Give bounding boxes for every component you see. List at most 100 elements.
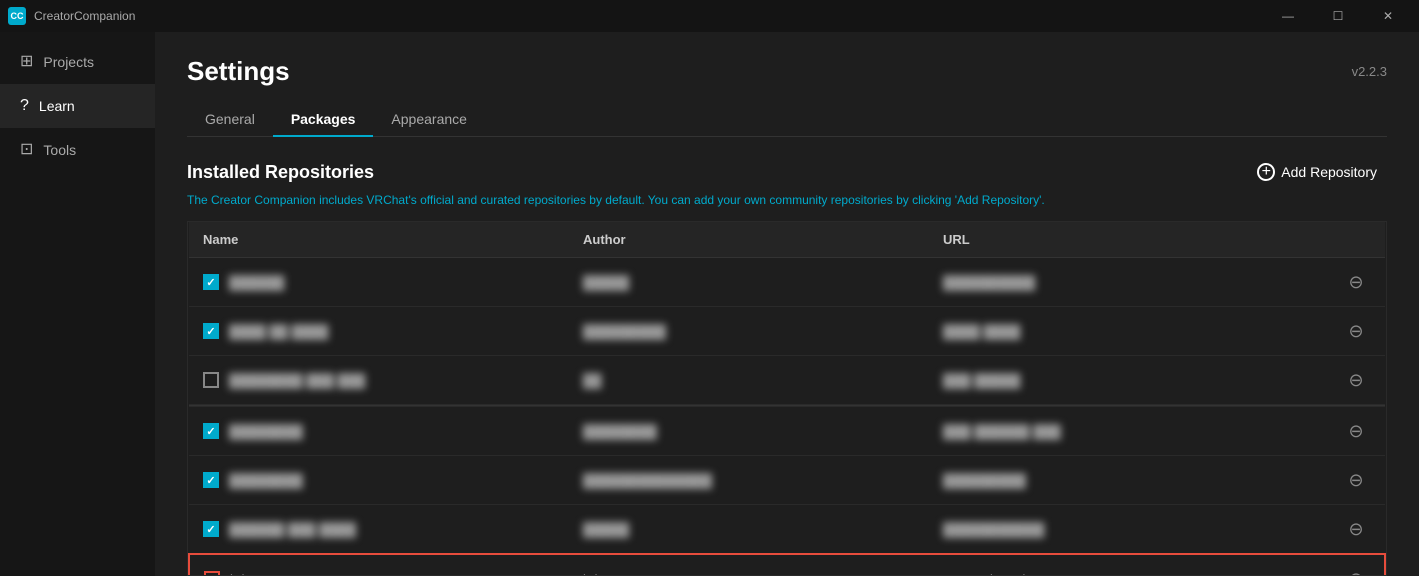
table-cell-name: ████ ██ ████ [189, 307, 569, 356]
repository-checkbox[interactable] [203, 472, 219, 488]
tabs: General Packages Appearance [187, 103, 1387, 137]
table-header-row: Name Author URL [189, 222, 1385, 258]
sidebar-item-learn[interactable]: ? Learn [0, 84, 155, 128]
tab-appearance[interactable]: Appearance [373, 103, 485, 137]
remove-repository-button[interactable]: ⊖ [1342, 466, 1370, 494]
titlebar: CC CreatorCompanion — ☐ ✕ [0, 0, 1419, 32]
table-cell-url: █████████ [929, 456, 1328, 505]
repository-url: ████ ████ [943, 324, 1020, 339]
titlebar-controls: — ☐ ✕ [1265, 0, 1411, 32]
repository-checkbox[interactable] [203, 323, 219, 339]
sidebar-item-projects[interactable]: ⊞ Projects [0, 40, 155, 84]
table-cell-action: ⊖ [1328, 407, 1385, 456]
sidebar-label-tools: Tools [43, 142, 76, 158]
repository-checkbox[interactable] [203, 423, 219, 439]
table-row: ██████ ███ ████████████████████⊖ [189, 505, 1385, 555]
repository-checkbox[interactable] [203, 372, 219, 388]
sidebar: ⊞ Projects ? Learn ⊡ Tools [0, 32, 155, 576]
section-header: Installed Repositories + Add Repository [187, 157, 1387, 187]
table-cell-action: ⊖ [1328, 554, 1385, 576]
remove-repository-button[interactable]: ⊖ [1342, 366, 1370, 394]
remove-repository-button[interactable]: ⊖ [1342, 317, 1370, 345]
table-cell-action: ⊖ [1328, 356, 1385, 405]
titlebar-left: CC CreatorCompanion [8, 7, 135, 25]
table-cell-url: ██████████ [929, 258, 1328, 307]
table-cell-action: ⊖ [1328, 505, 1385, 555]
table-cell-author: bd_ [569, 554, 929, 576]
table-row: bd_ bd_ vpm.nadena.dev ⊖ [189, 554, 1385, 576]
sidebar-item-tools[interactable]: ⊡ Tools [0, 128, 155, 172]
repository-name: bd_ [230, 572, 252, 576]
table-cell-url: ███ █████ [929, 356, 1328, 405]
repository-name: ████████ [229, 473, 303, 488]
tab-general[interactable]: General [187, 103, 273, 137]
table-cell-url: ████ ████ [929, 307, 1328, 356]
repository-url: █████████ [943, 473, 1026, 488]
repository-name: ████ ██ ████ [229, 324, 328, 339]
app-logo: CC [8, 7, 26, 25]
remove-repository-button[interactable]: ⊖ [1342, 515, 1370, 543]
table-cell-author: ████████ [569, 407, 929, 456]
repository-author: bd_ [583, 572, 605, 576]
repository-name: ████████ ███ ███ [229, 373, 365, 388]
repository-url: ███ ██████ ███ [943, 424, 1061, 439]
table-cell-action: ⊖ [1328, 258, 1385, 307]
remove-repository-button[interactable]: ⊖ [1342, 268, 1370, 296]
table-cell-author: █████████ [569, 307, 929, 356]
add-repo-label: Add Repository [1281, 164, 1377, 180]
maximize-button[interactable]: ☐ [1315, 0, 1361, 32]
app-title: CreatorCompanion [34, 9, 135, 23]
table-cell-author: ██ [569, 356, 929, 405]
remove-repository-button[interactable]: ⊖ [1342, 417, 1370, 445]
col-header-url: URL [929, 222, 1328, 258]
table-row: ████████ ███ ███ ██ ███ █████ ⊖ [189, 356, 1385, 405]
repository-checkbox[interactable] [203, 521, 219, 537]
section-description: The Creator Companion includes VRChat's … [187, 193, 1387, 207]
repository-url: ███████████ [943, 522, 1044, 537]
repository-name: ████████ [229, 424, 303, 439]
app-body: ⊞ Projects ? Learn ⊡ Tools Settings v2.2… [0, 32, 1419, 576]
table-row: ████████ ████████ ███ ██████ ███ ⊖ [189, 407, 1385, 456]
table-cell-action: ⊖ [1328, 456, 1385, 505]
table-cell-url: vpm.nadena.dev [929, 554, 1328, 576]
table-cell-name: bd_ [189, 554, 569, 576]
table-cell-name: ██████ [189, 258, 569, 307]
table-cell-name: ████████ [189, 407, 569, 456]
repository-checkbox[interactable] [203, 274, 219, 290]
repository-url: vpm.nadena.dev [943, 572, 1039, 576]
repository-author: █████ [583, 275, 629, 290]
add-repository-button[interactable]: + Add Repository [1247, 157, 1387, 187]
repository-author: █████████ [583, 324, 666, 339]
learn-icon: ? [20, 98, 29, 114]
col-header-action [1328, 222, 1385, 258]
table-row: ███████████████████████████████⊖ [189, 456, 1385, 505]
col-header-author: Author [569, 222, 929, 258]
table-row: ████ ██ ████ █████████ ████ ████ ⊖ [189, 307, 1385, 356]
projects-icon: ⊞ [20, 54, 33, 70]
repository-url: ██████████ [943, 275, 1035, 290]
minimize-button[interactable]: — [1265, 0, 1311, 32]
repository-checkbox[interactable] [204, 571, 220, 576]
repository-author: ██ [583, 373, 601, 388]
close-button[interactable]: ✕ [1365, 0, 1411, 32]
table-cell-name: ██████ ███ ████ [189, 505, 569, 555]
table-cell-url: ███████████ [929, 505, 1328, 555]
repositories-table-container[interactable]: Name Author URL █████████████████████⊖██… [187, 221, 1387, 576]
section-title: Installed Repositories [187, 162, 374, 183]
page-title: Settings [187, 56, 290, 87]
remove-repository-button[interactable]: ⊖ [1342, 565, 1370, 576]
sidebar-label-projects: Projects [43, 54, 94, 70]
repository-url: ███ █████ [943, 373, 1020, 388]
repository-author: ██████████████ [583, 473, 712, 488]
sidebar-label-learn: Learn [39, 98, 75, 114]
tools-icon: ⊡ [20, 142, 33, 158]
col-header-name: Name [189, 222, 569, 258]
table-cell-author: █████ [569, 505, 929, 555]
table-cell-action: ⊖ [1328, 307, 1385, 356]
add-repo-icon: + [1257, 163, 1275, 181]
main-content: Settings v2.2.3 General Packages Appeara… [155, 32, 1419, 576]
repositories-table: Name Author URL █████████████████████⊖██… [188, 222, 1386, 576]
repository-author: █████ [583, 522, 629, 537]
tab-packages[interactable]: Packages [273, 103, 374, 137]
table-cell-name: ████████ ███ ███ [189, 356, 569, 405]
